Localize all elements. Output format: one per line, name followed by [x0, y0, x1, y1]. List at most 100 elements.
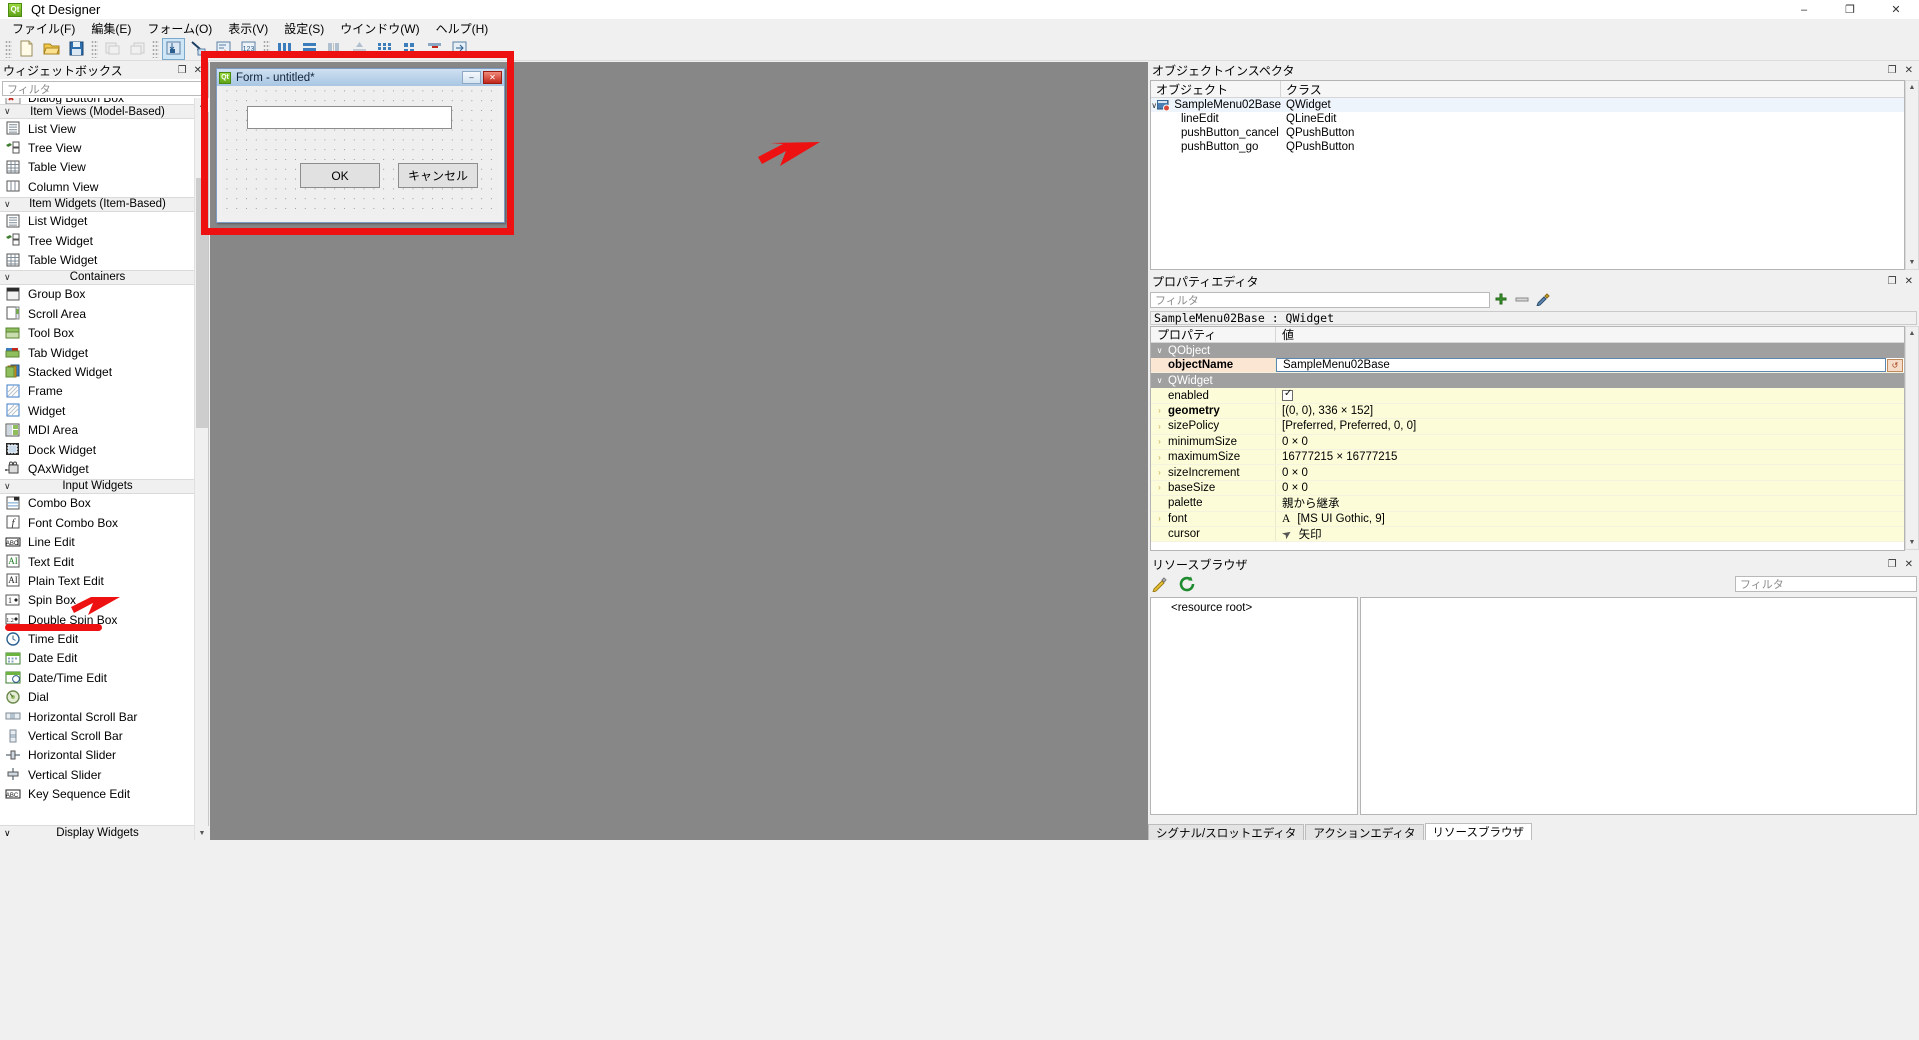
chevron-right-icon[interactable]: ›	[1151, 453, 1168, 462]
layout-splitter-horizontal-button[interactable]	[323, 38, 346, 60]
widget-item-group-box[interactable]: Group Box	[0, 285, 195, 304]
widget-item-horizontal-slider[interactable]: Horizontal Slider	[0, 746, 195, 765]
property-editor-scrollbar[interactable]: ▲ ▼	[1905, 326, 1919, 550]
widget-item-tool-box[interactable]: Tool Box	[0, 324, 195, 343]
maximize-button[interactable]: ❐	[1827, 0, 1873, 19]
chevron-right-icon[interactable]: ›	[1151, 468, 1168, 477]
remove-property-icon[interactable]	[1514, 292, 1530, 309]
edit-signals-slots-button[interactable]	[187, 38, 210, 60]
enabled-checkbox[interactable]	[1282, 388, 1293, 402]
property-row-enabled[interactable]: enabled	[1151, 388, 1904, 404]
break-layout-button[interactable]	[423, 38, 446, 60]
scroll-down-icon[interactable]: ▼	[1906, 256, 1918, 269]
add-property-icon[interactable]	[1494, 292, 1508, 309]
widget-item-key-sequence-edit[interactable]: ABC Key Sequence Edit	[0, 785, 195, 804]
widget-item-column-view[interactable]: Column View	[0, 177, 195, 196]
close-icon[interactable]: ✕	[1905, 276, 1913, 287]
property-row-palette[interactable]: palette 親から継承	[1151, 496, 1904, 512]
save-form-button[interactable]	[65, 38, 88, 60]
chevron-right-icon[interactable]: ›	[1151, 422, 1168, 431]
layout-splitter-vertical-button[interactable]	[348, 38, 371, 60]
widget-item-tree-view[interactable]: Tree View	[0, 138, 195, 157]
undock-icon[interactable]: ❐	[1888, 276, 1897, 287]
menu-window[interactable]: ウインドウ(W)	[332, 19, 427, 38]
widget-group-containers[interactable]: ∨ Containers	[0, 269, 195, 285]
edit-widgets-mode-button[interactable]	[162, 37, 185, 60]
object-row-pushbutton-cancel[interactable]: pushButton_cancel QPushButton	[1151, 126, 1904, 140]
column-header-property[interactable]: プロパティ	[1151, 327, 1276, 342]
widget-item-scroll-area[interactable]: Scroll Area	[0, 304, 195, 323]
widget-item-vertical-slider[interactable]: Vertical Slider	[0, 765, 195, 784]
widget-item-line-edit[interactable]: ABC Line Edit	[0, 532, 195, 551]
widget-item-list-view[interactable]: List View	[0, 119, 195, 138]
widget-item-frame[interactable]: Frame	[0, 382, 195, 401]
scroll-down-icon[interactable]: ▼	[1906, 536, 1918, 549]
close-button[interactable]: ✕	[1873, 0, 1919, 19]
menu-file[interactable]: ファイル(F)	[4, 19, 83, 38]
property-group-qwidget[interactable]: ∨ QWidget	[1151, 373, 1904, 389]
widget-item-text-edit[interactable]: AI Text Edit	[0, 552, 195, 571]
edit-buddies-button[interactable]	[212, 38, 235, 60]
tab-resource-browser[interactable]: リソースブラウザ	[1424, 823, 1532, 840]
property-group-qobject[interactable]: ∨ QObject	[1151, 343, 1904, 358]
reload-resources-icon[interactable]	[1179, 576, 1196, 595]
property-table[interactable]: プロパティ 値 ∨ QObject objectName SampleMenu0…	[1150, 326, 1905, 551]
layout-grid-button[interactable]	[373, 38, 396, 60]
resource-preview-pane[interactable]	[1360, 597, 1917, 815]
property-value[interactable]: SampleMenu02Base	[1283, 359, 1390, 371]
layout-vertically-button[interactable]	[298, 38, 321, 60]
reset-property-icon[interactable]: ↺	[1887, 359, 1903, 372]
widget-item-qaxwidget[interactable]: QAxWidget	[0, 459, 195, 478]
menu-help[interactable]: ヘルプ(H)	[428, 19, 497, 38]
chevron-right-icon[interactable]: ›	[1151, 437, 1168, 446]
close-icon[interactable]: ✕	[1905, 65, 1913, 76]
configure-icon[interactable]	[1536, 292, 1551, 309]
property-value[interactable]: 0 × 0	[1276, 465, 1904, 479]
widget-item-tree-widget[interactable]: Tree Widget	[0, 231, 195, 250]
widget-box-filter-input[interactable]: フィルタ	[2, 81, 206, 96]
object-inspector-tree[interactable]: オブジェクト クラス ∨ SampleMenu02Base QWidget li…	[1150, 80, 1905, 270]
property-row-basesize[interactable]: › baseSize 0 × 0	[1151, 480, 1904, 497]
widget-item-table-view[interactable]: Table View	[0, 158, 195, 177]
widget-item-mdi-area[interactable]: MDI Area	[0, 420, 195, 439]
widget-item-combo-box[interactable]: Combo Box	[0, 494, 195, 513]
property-value[interactable]: 親から継承	[1276, 496, 1904, 510]
tab-signal-slot-editor[interactable]: シグナル/スロットエディタ	[1148, 824, 1305, 840]
widget-item-font-combo-box[interactable]: f Font Combo Box	[0, 513, 195, 532]
menu-edit[interactable]: 編集(E)	[83, 19, 139, 38]
form-workspace[interactable]: Qt Form - untitled* – ✕ OK キャンセル	[210, 62, 1148, 840]
property-row-objectname[interactable]: objectName SampleMenu02Base ↺	[1151, 358, 1904, 374]
property-value[interactable]: 0 × 0	[1276, 435, 1904, 449]
property-row-sizepolicy[interactable]: › sizePolicy [Preferred, Preferred, 0, 0]	[1151, 419, 1904, 435]
property-row-minimumsize[interactable]: › minimumSize 0 × 0	[1151, 434, 1904, 450]
widget-group-item-widgets[interactable]: ∨ Item Widgets (Item-Based)	[0, 196, 195, 212]
widget-item-tab-widget[interactable]: Tab Widget	[0, 343, 195, 362]
minimize-button[interactable]: –	[1781, 0, 1827, 19]
close-icon[interactable]: ✕	[1905, 559, 1913, 570]
open-form-button[interactable]	[40, 38, 63, 60]
object-inspector-scrollbar[interactable]: ▲ ▼	[1905, 80, 1919, 270]
form-line-edit[interactable]	[247, 106, 452, 129]
scroll-down-icon[interactable]: ▼	[195, 826, 209, 840]
column-header-object[interactable]: オブジェクト	[1151, 81, 1281, 97]
scroll-up-icon[interactable]: ▲	[1906, 327, 1918, 340]
form-close-button[interactable]: ✕	[483, 71, 502, 84]
widget-item-stacked-widget[interactable]: Stacked Widget	[0, 362, 195, 381]
property-row-sizeincrement[interactable]: › sizeIncrement 0 × 0	[1151, 465, 1904, 481]
chevron-right-icon[interactable]: ›	[1151, 483, 1168, 492]
undock-icon[interactable]: ❐	[1888, 559, 1897, 570]
tab-action-editor[interactable]: アクションエディタ	[1305, 824, 1424, 840]
property-value[interactable]: 0 × 0	[1276, 481, 1904, 495]
chevron-right-icon[interactable]: ›	[1151, 514, 1168, 523]
scroll-up-icon[interactable]: ▲	[1906, 81, 1918, 94]
close-icon[interactable]: ✕	[194, 65, 202, 76]
property-value[interactable]: 矢印	[1299, 526, 1322, 542]
object-row-pushbutton-go[interactable]: pushButton_go QPushButton	[1151, 140, 1904, 154]
widget-group-input-widgets[interactable]: ∨ Input Widgets	[0, 478, 195, 494]
scroll-up-icon[interactable]: ▲	[195, 98, 209, 112]
widget-item-plain-text-edit[interactable]: AI Plain Text Edit	[0, 571, 195, 590]
scrollbar-thumb[interactable]	[196, 178, 208, 428]
column-header-value[interactable]: 値	[1276, 327, 1294, 342]
widget-item-date-time-edit[interactable]: Date/Time Edit	[0, 668, 195, 687]
property-row-font[interactable]: › font A [MS UI Gothic, 9]	[1151, 511, 1904, 527]
